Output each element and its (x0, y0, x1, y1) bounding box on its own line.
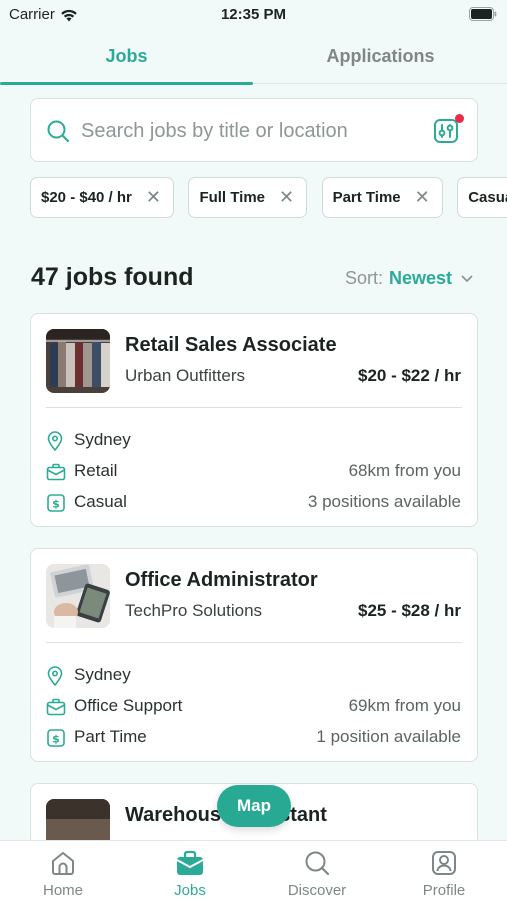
job-distance: 69km from you (348, 696, 461, 715)
search-icon (47, 120, 70, 143)
job-category-row: Retail 68km from you (46, 460, 461, 484)
nav-jobs[interactable]: Jobs (127, 849, 253, 899)
search-input[interactable] (81, 114, 421, 148)
chip-label: $20 - $40 / hr (41, 189, 132, 206)
filter-chips: $20 - $40 / hr ✕ Full Time ✕ Part Time ✕ Ca… (30, 177, 507, 219)
job-positions: 1 position available (316, 727, 461, 746)
nav-discover-label: Discover (287, 882, 347, 899)
job-type-row: $ Part Time 1 position available (46, 726, 461, 750)
bottom-nav: Home Jobs Discover Profile (0, 840, 507, 900)
divider (46, 407, 462, 408)
close-icon[interactable]: ✕ (279, 187, 294, 208)
svg-text:$: $ (52, 498, 60, 511)
job-type: Casual (74, 492, 127, 511)
job-location: Sydney (74, 430, 131, 449)
filter-button[interactable] (433, 114, 464, 145)
chevron-down-icon (461, 275, 473, 282)
job-thumbnail (46, 799, 110, 840)
search-box (30, 98, 478, 162)
battery-icon (469, 7, 497, 26)
sort-dropdown[interactable]: Sort: Newest (345, 268, 473, 289)
divider (46, 642, 462, 643)
job-company: TechPro Solutions (125, 601, 263, 620)
job-category-row: Office Support 69km from you (46, 695, 461, 719)
close-icon[interactable]: ✕ (415, 187, 430, 208)
status-time: 12:35 PM (220, 6, 287, 23)
nav-home[interactable]: Home (0, 849, 126, 899)
job-pay: $25 - $28 / hr (357, 601, 461, 620)
job-company: Urban Outfitters (125, 366, 245, 385)
home-icon (52, 852, 74, 875)
chip-full-time[interactable]: Full Time ✕ (188, 177, 308, 218)
nav-home-label: Home (42, 882, 83, 899)
profile-icon (432, 851, 456, 875)
location-pin-icon (47, 666, 63, 686)
job-card[interactable]: Retail Sales Associate Urban Outfitters … (30, 313, 478, 527)
job-category: Retail (74, 461, 118, 480)
chip-casual[interactable]: Casual✕ (457, 177, 507, 218)
close-icon[interactable]: ✕ (146, 187, 161, 208)
tab-jobs[interactable]: Jobs (0, 36, 253, 85)
svg-text:$: $ (52, 733, 60, 746)
nav-discover[interactable]: Discover (254, 849, 380, 899)
job-title: Retail Sales Associate (125, 334, 337, 356)
job-title: Office Administrator (125, 569, 318, 591)
dollar-icon: $ (47, 729, 65, 747)
briefcase-icon (46, 698, 66, 716)
sort-label: Sort: (344, 268, 383, 288)
chip-part-time[interactable]: Part Time ✕ (321, 177, 443, 218)
job-positions: 3 positions available (307, 492, 461, 511)
job-location-row: Sydney (46, 664, 461, 688)
job-card[interactable]: Office Administrator TechPro Solutions $… (30, 548, 478, 762)
search-icon (305, 851, 330, 876)
chip-label: Part Time (332, 189, 401, 206)
chip-label: Casual (468, 189, 507, 206)
nav-jobs-label: Jobs (174, 882, 206, 899)
status-bar: Carrier 12:35 PM (0, 0, 507, 30)
job-type: Part Time (74, 727, 147, 746)
job-type-row: $ Casual 3 positions available (46, 491, 461, 515)
job-pay: $20 - $22 / hr (357, 366, 461, 385)
sort-value: Newest (388, 268, 452, 288)
job-thumbnail (46, 564, 110, 628)
job-location-row: Sydney (46, 429, 461, 453)
chip-pay-range[interactable]: $20 - $40 / hr ✕ (30, 177, 174, 218)
briefcase-icon (176, 850, 204, 875)
top-tabs: Jobs Applications (0, 36, 507, 85)
location-pin-icon (47, 431, 63, 451)
job-category: Office Support (74, 696, 183, 715)
filter-badge (455, 114, 464, 123)
map-button[interactable]: Map (217, 785, 291, 827)
dollar-icon: $ (47, 494, 65, 512)
job-location: Sydney (74, 665, 131, 684)
job-distance: 68km from you (348, 461, 461, 480)
nav-profile[interactable]: Profile (381, 849, 507, 899)
briefcase-icon (46, 463, 66, 481)
tab-applications[interactable]: Applications (254, 36, 507, 84)
nav-profile-label: Profile (422, 882, 466, 899)
results-count: 47 jobs found (31, 263, 194, 291)
chip-label: Full Time (199, 189, 266, 206)
job-thumbnail (46, 329, 110, 393)
